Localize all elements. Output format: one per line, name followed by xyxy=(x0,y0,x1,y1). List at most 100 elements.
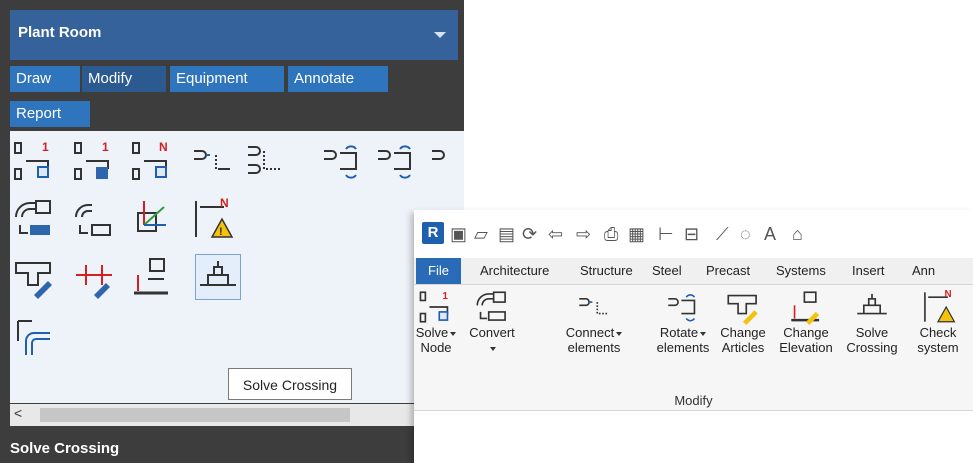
connect-elements-icon xyxy=(579,298,608,315)
dropdown-arrow-icon[interactable] xyxy=(450,331,457,336)
solve-crossing-button[interactable]: Solve Crossing xyxy=(842,285,902,355)
change-elevation-label-2: Elevation xyxy=(779,340,833,355)
dimension-icon[interactable]: ⊟ xyxy=(684,222,699,246)
solve-crossing-label-1: Solve xyxy=(855,325,889,340)
open-icon[interactable]: ▱ xyxy=(474,222,488,246)
solve-node-label-1: Solve xyxy=(415,325,449,340)
dropdown-arrow-icon[interactable] xyxy=(700,331,707,336)
convert-icon xyxy=(476,291,506,321)
connect-elements-2-icon[interactable] xyxy=(244,139,288,183)
scroll-left-icon[interactable]: < xyxy=(14,405,22,421)
convert-button[interactable]: Convert xyxy=(462,285,522,355)
solve-crossing-label-2: Crossing xyxy=(846,340,898,355)
connect-elements-icon[interactable] xyxy=(190,139,234,183)
solve-node-button[interactable]: 1 Solve Node xyxy=(414,285,458,355)
tab-precast[interactable]: Precast xyxy=(706,258,750,284)
tab-equipment[interactable]: Equipment xyxy=(170,66,284,92)
revit-ribbon: R ▣ ▱ ▤ ⟳ ⇦ ⇨ ⎙ ▦ ⊢ ⊟ ⟋ ◌ A ⌂ File Archi… xyxy=(414,210,973,463)
connect-label-2: elements xyxy=(567,340,621,355)
line-icon[interactable]: ⟋ xyxy=(716,222,729,246)
solve-node-select-icon[interactable]: 1 xyxy=(72,139,116,183)
default-3d-icon[interactable]: ⌂ xyxy=(792,222,803,246)
rotate-label-1: Rotate xyxy=(659,325,699,340)
branch-connect-icon[interactable] xyxy=(12,315,56,359)
export-icon[interactable]: ▦ xyxy=(628,222,645,246)
change-elevation-icon xyxy=(791,291,820,325)
undo-icon[interactable]: ⇦ xyxy=(548,222,563,246)
connect-elements-button[interactable]: Connect elements xyxy=(564,285,624,355)
palette-icon-area: 1 1 N ! N xyxy=(10,131,464,403)
tab-report[interactable]: Report xyxy=(10,101,90,127)
plant-room-palette: Plant Room Draw Modify Equipment Annotat… xyxy=(0,0,464,463)
svg-text:1: 1 xyxy=(42,140,49,154)
change-elevation-label-1: Change xyxy=(783,325,829,340)
change-articles-label-2: Articles xyxy=(721,340,765,355)
rotate-elements-icon xyxy=(668,294,696,322)
change-axis-icon[interactable] xyxy=(130,197,174,241)
palette-status: Solve Crossing xyxy=(10,440,120,457)
change-articles-label-1: Change xyxy=(720,325,766,340)
change-articles-icon xyxy=(727,294,758,325)
tab-annotate[interactable]: Annotate xyxy=(288,66,388,92)
svg-text:N: N xyxy=(945,289,952,300)
measure-icon[interactable] xyxy=(72,255,116,299)
change-elevation-button[interactable]: Change Elevation xyxy=(774,285,838,355)
tab-structure[interactable]: Structure xyxy=(580,258,633,284)
rotate-label-2: elements xyxy=(656,340,710,355)
change-articles-button[interactable]: Change Articles xyxy=(714,285,772,355)
check-system-icon[interactable]: ! N xyxy=(190,196,234,241)
dropdown-arrow-icon[interactable] xyxy=(490,346,496,351)
solve-crossing-icon[interactable] xyxy=(195,254,241,300)
home-icon[interactable]: ▣ xyxy=(450,222,467,246)
chevron-down-icon[interactable] xyxy=(434,32,446,38)
palette-titlebar[interactable]: Plant Room xyxy=(10,10,458,60)
convert-icon[interactable] xyxy=(12,197,56,241)
rotate-elements-icon[interactable] xyxy=(320,139,364,183)
quick-access-toolbar: R ▣ ▱ ▤ ⟳ ⇦ ⇨ ⎙ ▦ ⊢ ⊟ ⟋ ◌ A ⌂ xyxy=(414,210,973,258)
tooltip: Solve Crossing xyxy=(228,368,352,400)
solve-node-n-icon[interactable]: N xyxy=(130,139,174,183)
svg-text:!: ! xyxy=(219,226,223,238)
tab-architecture[interactable]: Architecture xyxy=(480,258,549,284)
solve-crossing-icon xyxy=(857,293,887,315)
change-elevation-icon[interactable] xyxy=(130,255,174,299)
svg-text:1: 1 xyxy=(443,291,449,302)
rotate-elements-button[interactable]: Rotate elements xyxy=(654,285,712,355)
save-icon[interactable]: ▤ xyxy=(498,222,515,246)
check-system-label-2: system xyxy=(917,340,959,355)
svg-text:N: N xyxy=(220,197,229,210)
print-icon[interactable]: ⎙ xyxy=(604,222,618,246)
tab-steel[interactable]: Steel xyxy=(652,258,682,284)
convert-label: Convert xyxy=(469,325,515,340)
revit-logo[interactable]: R xyxy=(422,222,444,244)
solve-node-icon: 1 xyxy=(419,291,449,323)
tab-systems[interactable]: Systems xyxy=(776,258,826,284)
svg-text:N: N xyxy=(159,140,168,154)
rotate-elements-3-icon[interactable] xyxy=(428,139,464,183)
rotate-elements-2-icon[interactable] xyxy=(374,139,418,183)
tab-draw[interactable]: Draw xyxy=(10,66,80,92)
horizontal-scrollbar[interactable]: < ▾ xyxy=(10,404,450,426)
tab-modify[interactable]: Modify xyxy=(82,66,166,92)
palette-title: Plant Room xyxy=(18,24,102,41)
redo-icon[interactable]: ⇨ xyxy=(576,222,591,246)
tab-file[interactable]: File xyxy=(416,258,461,284)
dropdown-arrow-icon[interactable] xyxy=(616,331,623,336)
check-system-icon: N xyxy=(924,289,956,323)
scroll-thumb[interactable] xyxy=(40,408,350,422)
check-system-button[interactable]: N Check system xyxy=(908,285,968,355)
svg-text:1: 1 xyxy=(102,140,109,154)
sync-icon[interactable]: ⟳ xyxy=(522,222,537,246)
solve-node-label-2: Node xyxy=(420,340,452,355)
tag-icon[interactable]: ◌ xyxy=(740,222,751,246)
panel-title: Modify xyxy=(674,393,713,408)
change-articles-icon[interactable] xyxy=(12,255,56,299)
tab-annotate-partial[interactable]: Ann xyxy=(912,258,935,284)
text-icon[interactable]: A xyxy=(764,222,776,246)
check-system-label-1: Check xyxy=(919,325,957,340)
measure-qat-icon[interactable]: ⊢ xyxy=(658,222,674,246)
convert-2-icon[interactable] xyxy=(72,197,116,241)
solve-node-icon[interactable]: 1 xyxy=(12,139,56,183)
connect-label-1: Connect xyxy=(565,325,615,340)
tab-insert[interactable]: Insert xyxy=(852,258,885,284)
